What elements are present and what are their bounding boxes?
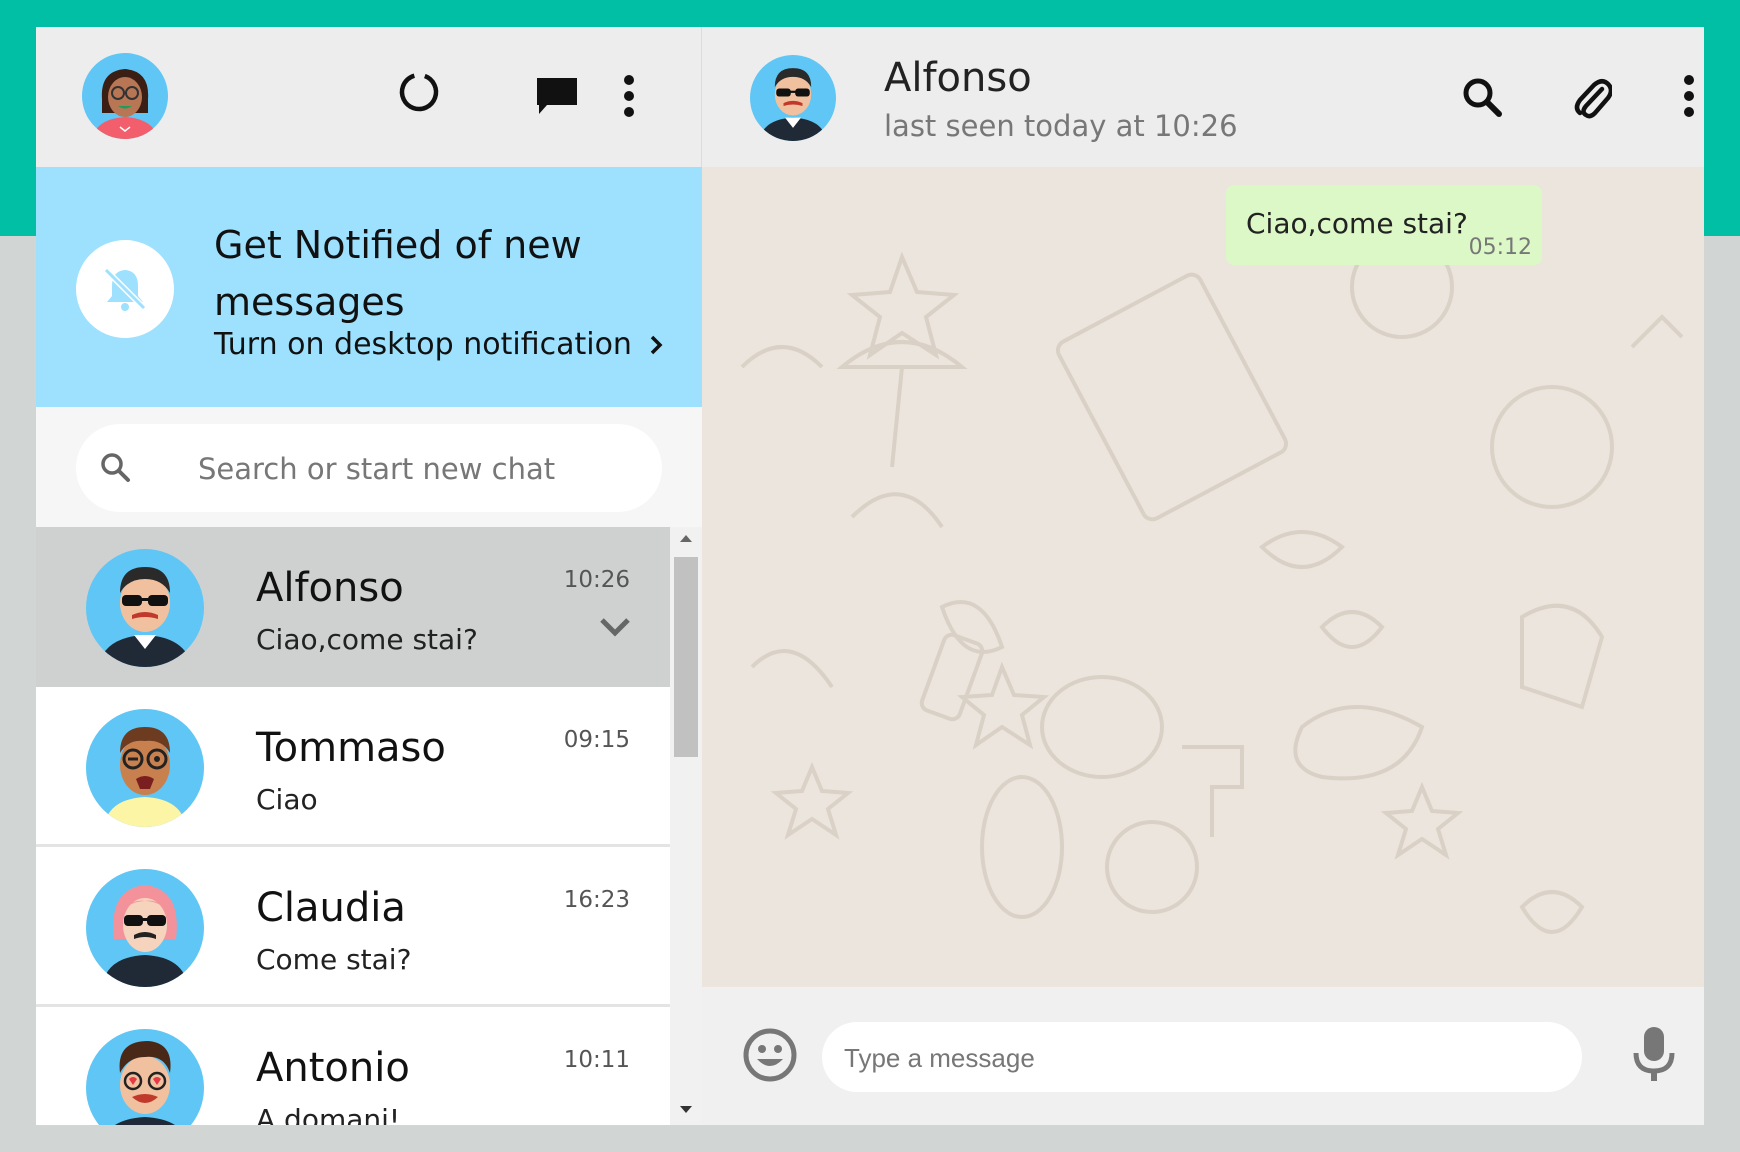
contact-name: Alfonso [884,55,1032,101]
chat-time: 16:23 [563,887,630,913]
avatar [86,1029,204,1125]
chat-name: Tommaso [256,725,446,771]
search-bar [36,407,702,527]
chat-item-tommaso[interactable]: Tommaso Ciao 09:15 [36,687,670,847]
search-icon [101,453,130,482]
microphone-icon[interactable] [1632,1025,1676,1085]
notification-subtitle[interactable]: Turn on desktop notification [214,327,664,362]
message-bubble-outgoing[interactable]: Ciao,come stai? 05:12 [1226,185,1542,265]
status-icon[interactable] [398,71,440,113]
avatar [86,549,204,667]
search-input[interactable] [196,440,640,498]
user-avatar[interactable] [82,53,168,139]
chat-name: Alfonso [256,565,404,611]
contact-avatar[interactable] [750,55,836,141]
chat-time: 10:11 [563,1047,630,1073]
menu-icon[interactable] [1682,75,1696,117]
menu-icon[interactable] [622,75,636,117]
message-area: Ciao,come stai? 05:12 [702,167,1704,987]
chat-time: 10:26 [563,567,630,593]
chat-last-message: Ciao,come stai? [256,623,478,656]
message-input-box[interactable] [822,1022,1582,1092]
doodle-background [740,235,1684,934]
chat-name: Claudia [256,885,406,931]
chat-name: Antonio [256,1045,410,1091]
message-input[interactable] [842,1030,1566,1086]
chat-list: Alfonso Ciao,come stai? 10:26 Tommaso Ci… [36,527,670,1125]
message-text: Ciao,come stai? [1246,207,1468,240]
search-icon[interactable] [1460,75,1504,119]
sidebar: Get Notified of new messages Turn on des… [36,27,702,1125]
emoji-icon[interactable] [742,1027,798,1083]
chat-item-claudia[interactable]: Claudia Come stai? 16:23 [36,847,670,1007]
chat-time: 09:15 [563,727,630,753]
scroll-down-arrow-icon[interactable] [678,1105,694,1115]
message-time: 05:12 [1468,235,1532,260]
bell-off-icon [76,240,174,338]
avatar [86,869,204,987]
app-window: Get Notified of new messages Turn on des… [36,27,1704,1125]
conversation-header: Alfonso last seen today at 10:26 [702,27,1704,167]
sidebar-header [36,27,702,167]
chat-last-message: A domani! [256,1103,401,1125]
message-composer [702,987,1704,1125]
chat-list-scrollbar[interactable] [670,527,702,1125]
notification-banner[interactable]: Get Notified of new messages Turn on des… [36,167,702,407]
contact-status: last seen today at 10:26 [884,109,1238,143]
chat-item-antonio[interactable]: Antonio A domani! 10:11 [36,1007,670,1125]
chevron-down-icon[interactable] [598,615,632,639]
notification-subtitle-text: Turn on desktop notification [214,327,632,362]
conversation-pane: Alfonso last seen today at 10:26 Ciao,co… [702,27,1704,1125]
chat-last-message: Ciao [256,783,318,816]
search-box[interactable] [76,424,662,512]
chevron-right-icon [650,335,662,355]
attach-icon[interactable] [1572,75,1612,119]
chat-last-message: Come stai? [256,943,412,976]
scroll-up-arrow-icon[interactable] [678,533,694,543]
avatar [86,709,204,827]
new-chat-icon[interactable] [534,75,580,117]
scroll-thumb[interactable] [674,557,698,757]
chat-item-alfonso[interactable]: Alfonso Ciao,come stai? 10:26 [36,527,670,687]
notification-title: Get Notified of new messages [214,223,582,324]
